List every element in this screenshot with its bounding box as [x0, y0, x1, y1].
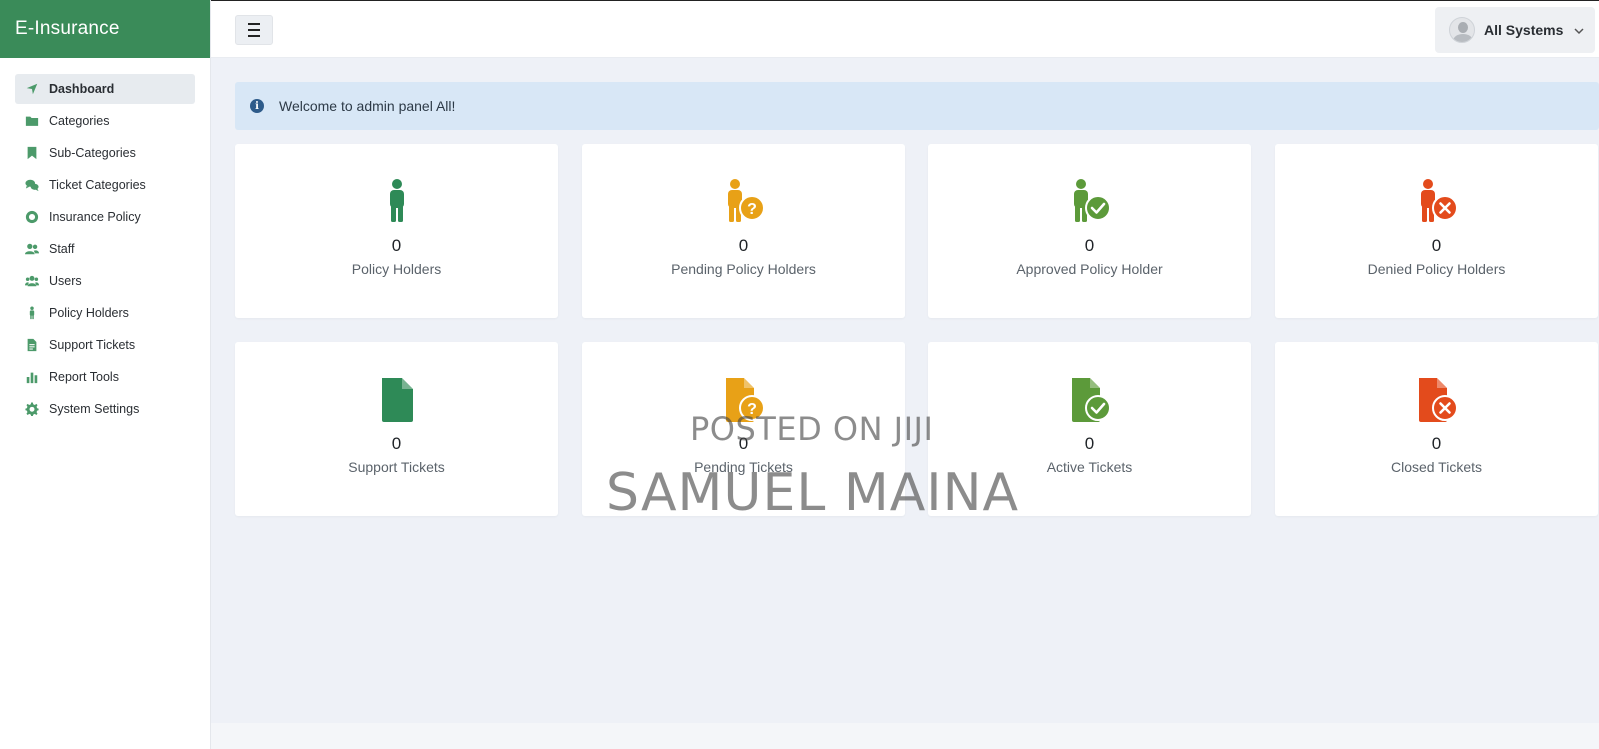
card-approved-policy-holder[interactable]: 0 Approved Policy Holder: [928, 144, 1251, 318]
sidebar-item-users[interactable]: Users: [15, 266, 195, 296]
file-icon: [367, 376, 427, 424]
sidebar-nav: Dashboard Categories Sub-Categories Tick…: [0, 58, 210, 424]
sidebar-item-system-settings[interactable]: System Settings: [15, 394, 195, 424]
file-x-icon: [1407, 376, 1467, 424]
card-label: Policy Holders: [351, 261, 442, 277]
sidebar-item-label: System Settings: [49, 402, 140, 416]
card-count: 0: [738, 236, 749, 255]
sidebar-item-label: Categories: [49, 114, 110, 128]
sidebar-item-staff[interactable]: Staff: [15, 234, 195, 264]
card-label: Support Tickets: [348, 459, 445, 475]
sidebar-item-label: Dashboard: [49, 82, 115, 96]
sidebar-item-dashboard[interactable]: Dashboard: [15, 74, 195, 104]
card-count: 0: [1431, 236, 1442, 255]
card-label: Denied Policy Holders: [1367, 261, 1506, 277]
bookmark-icon: [24, 146, 39, 161]
card-label: Pending Policy Holders: [671, 261, 816, 277]
person-icon: [24, 306, 39, 321]
top-bar: All Systems: [211, 0, 1599, 58]
folder-icon: [24, 114, 39, 129]
sidebar-item-categories[interactable]: Categories: [15, 106, 195, 136]
location-arrow-icon: [24, 82, 39, 97]
card-label: Closed Tickets: [1390, 459, 1483, 475]
info-circle-icon: i: [250, 99, 264, 113]
comments-icon: [24, 178, 39, 193]
sidebar-item-support-tickets[interactable]: Support Tickets: [15, 330, 195, 360]
users-icon: [24, 274, 39, 289]
sidebar-item-sub-categories[interactable]: Sub-Categories: [15, 138, 195, 168]
sidebar-item-policy-holders[interactable]: Policy Holders: [15, 298, 195, 328]
card-count: 0: [1084, 236, 1095, 255]
sidebar-item-label: Insurance Policy: [49, 210, 141, 224]
sidebar-item-label: Sub-Categories: [49, 146, 136, 160]
person-x-icon: [1407, 178, 1467, 226]
card-active-tickets[interactable]: 0 Active Tickets: [928, 342, 1251, 516]
card-count: 0: [1431, 434, 1442, 453]
life-ring-icon: [24, 210, 39, 225]
welcome-text: Welcome to admin panel All!: [279, 98, 456, 114]
sidebar-item-label: Staff: [49, 242, 75, 256]
card-label: Pending Tickets: [694, 459, 793, 475]
card-label: Active Tickets: [1046, 459, 1133, 475]
sidebar-item-label: Policy Holders: [49, 306, 129, 320]
svg-text:?: ?: [747, 201, 757, 218]
user-name: All Systems: [1484, 22, 1564, 38]
chevron-down-icon: [1573, 24, 1585, 36]
sidebar-item-report-tools[interactable]: Report Tools: [15, 362, 195, 392]
person-icon: [367, 178, 427, 226]
person-question-icon: ?: [714, 178, 774, 226]
card-count: 0: [391, 236, 402, 255]
sidebar-item-label: Report Tools: [49, 370, 119, 384]
user-menu[interactable]: All Systems: [1435, 7, 1595, 53]
sidebar-item-label: Support Tickets: [49, 338, 136, 352]
sidebar-item-ticket-categories[interactable]: Ticket Categories: [15, 170, 195, 200]
person-check-icon: [1060, 178, 1120, 226]
file-question-icon: ?: [714, 376, 774, 424]
card-closed-tickets[interactable]: 0 Closed Tickets: [1275, 342, 1598, 516]
menu-toggle-button[interactable]: [235, 15, 273, 45]
card-count: 0: [391, 434, 402, 453]
sidebar-item-insurance-policy[interactable]: Insurance Policy: [15, 202, 195, 232]
card-label: Approved Policy Holder: [1016, 261, 1163, 277]
card-support-tickets[interactable]: 0 Support Tickets: [235, 342, 558, 516]
user-avatar: [1449, 17, 1475, 43]
card-denied-policy-holders[interactable]: 0 Denied Policy Holders: [1275, 144, 1598, 318]
hamburger-icon: [248, 21, 260, 39]
bar-chart-icon: [24, 370, 39, 385]
card-pending-tickets[interactable]: ? 0 Pending Tickets: [582, 342, 905, 516]
svg-text:?: ?: [747, 401, 757, 418]
footer: [211, 723, 1599, 749]
card-count: 0: [738, 434, 749, 453]
card-pending-policy-holders[interactable]: ? 0 Pending Policy Holders: [582, 144, 905, 318]
brand-title[interactable]: E-Insurance: [0, 0, 210, 58]
sidebar-item-label: Users: [49, 274, 82, 288]
gear-icon: [24, 402, 39, 417]
file-icon: [24, 338, 39, 353]
file-check-icon: [1060, 376, 1120, 424]
card-policy-holders[interactable]: 0 Policy Holders: [235, 144, 558, 318]
welcome-alert: i Welcome to admin panel All!: [235, 82, 1599, 130]
sidebar-item-label: Ticket Categories: [49, 178, 146, 192]
card-count: 0: [1084, 434, 1095, 453]
sidebar: E-Insurance Dashboard Categories Sub-Cat…: [0, 0, 211, 749]
user-group-icon: [24, 242, 39, 257]
